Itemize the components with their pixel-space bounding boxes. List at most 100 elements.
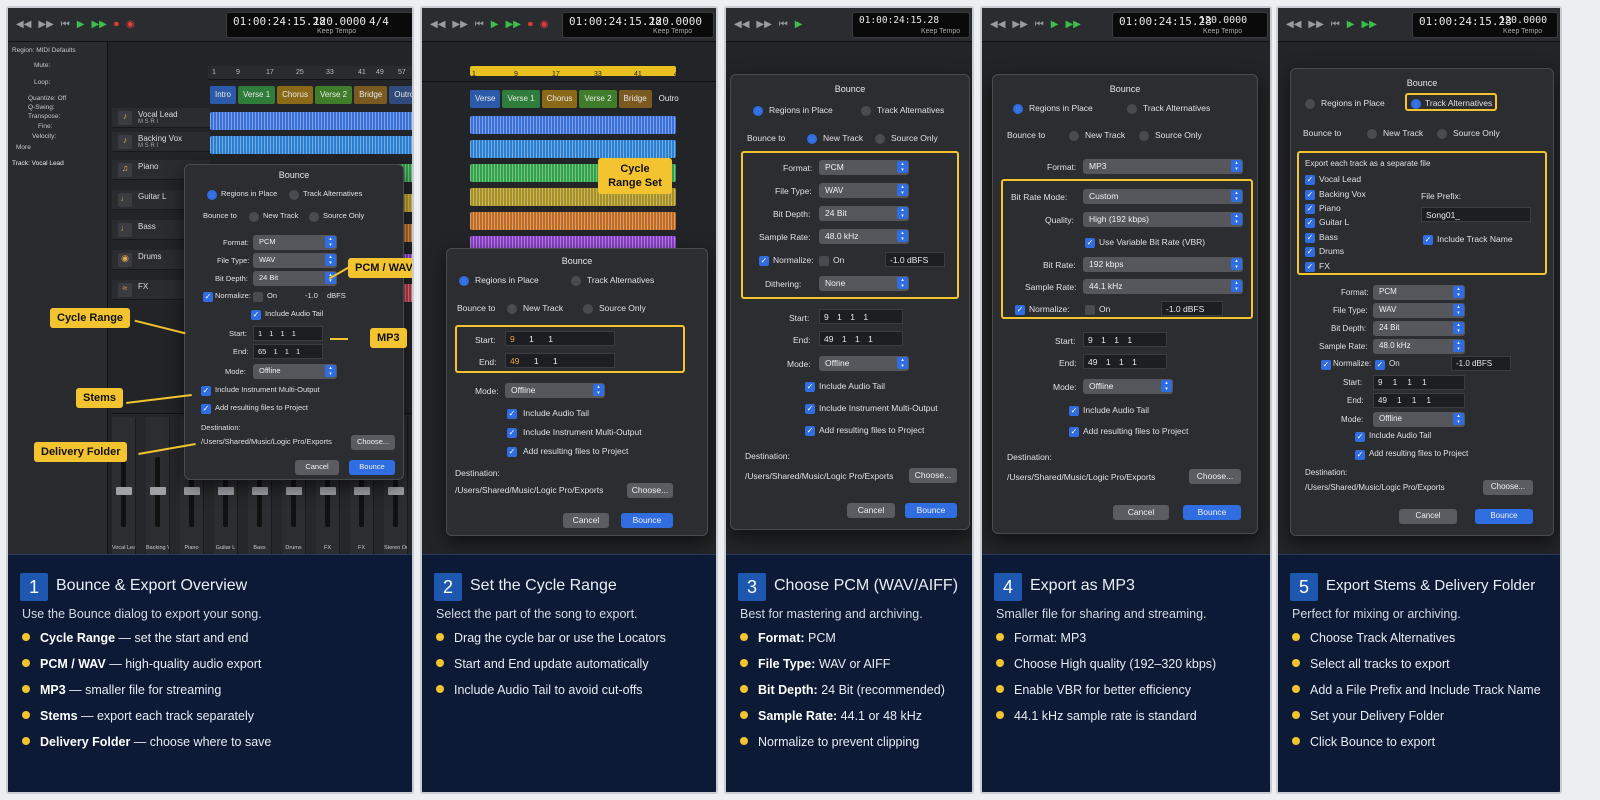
bit-depth-popup[interactable]: 24 Bit <box>819 206 909 221</box>
new-track-radio[interactable] <box>507 304 517 314</box>
normalize-db-field[interactable]: -1.0 dBFS <box>885 252 945 267</box>
end-field[interactable]: 49 1 1 1 <box>819 331 903 346</box>
choose-button[interactable]: Choose... <box>627 483 673 498</box>
quality-popup[interactable]: High (192 kbps) <box>1083 212 1243 227</box>
marker[interactable]: Intro <box>210 86 237 104</box>
mode-popup[interactable]: Offline <box>505 383 605 398</box>
end-field[interactable]: 49 1 1 1 <box>1373 393 1465 408</box>
start-field[interactable]: 1 1 1 1 <box>253 326 323 341</box>
normalize-db-value[interactable]: -1.0 <box>305 291 318 300</box>
add-files-checkbox[interactable]: ✓ <box>805 426 815 436</box>
sample-rate-popup[interactable]: 48.0 kHz <box>819 229 909 244</box>
bit-rate-popup[interactable]: 192 kbps <box>1083 257 1243 272</box>
choose-button[interactable]: Choose... <box>1189 469 1241 484</box>
regions-in-place-radio[interactable] <box>207 190 217 200</box>
file-type-popup[interactable]: WAV <box>253 253 337 268</box>
sample-rate-popup[interactable]: 44.1 kHz <box>1083 279 1243 294</box>
add-files-checkbox[interactable]: ✓ <box>507 447 517 457</box>
track-alternatives-radio[interactable] <box>1127 104 1137 114</box>
ruler[interactable]: 1 9 17 33 41 49 <box>422 68 716 82</box>
marker[interactable]: Bridge <box>354 86 388 104</box>
start-field[interactable]: 9 1 1 1 <box>819 309 903 324</box>
format-popup[interactable]: PCM <box>253 235 337 250</box>
track-header[interactable]: ♪ Backing Vox M S R I <box>112 132 210 152</box>
audio-tail-checkbox[interactable]: ✓ <box>1355 432 1365 442</box>
bitrate-mode-popup[interactable]: Custom <box>1083 189 1243 204</box>
bounce-button[interactable]: Bounce <box>349 460 395 475</box>
audio-region[interactable] <box>210 136 412 154</box>
normalize-checkbox[interactable]: ✓ <box>1321 360 1331 370</box>
source-only-radio[interactable] <box>875 134 885 144</box>
transport-buttons[interactable]: ◀◀ ▶▶ ⏮ ▶ ▶▶ ⏺ ◉ <box>16 19 135 30</box>
format-popup[interactable]: PCM <box>1373 285 1465 300</box>
file-type-popup[interactable]: WAV <box>819 183 909 198</box>
end-field[interactable]: 49 1 1 1 <box>1083 354 1167 369</box>
audio-tail-checkbox[interactable]: ✓ <box>805 382 815 392</box>
transport-buttons[interactable]: ◀◀ ▶▶ ⏮ ▶ ▶▶ <box>1286 19 1377 30</box>
transport-buttons[interactable]: ◀◀ ▶▶ ⏮ ▶ ▶▶ <box>990 19 1081 30</box>
vbr-checkbox[interactable]: ✓ <box>1085 238 1095 248</box>
audio-tail-checkbox[interactable]: ✓ <box>507 409 517 419</box>
normalize-checkbox[interactable]: ✓ <box>759 256 769 266</box>
add-files-checkbox[interactable]: ✓ <box>1069 427 1079 437</box>
normalize-db-field[interactable]: -1.0 dBFS <box>1451 356 1511 371</box>
inspector-quantize[interactable]: Quantize: Off <box>28 95 66 102</box>
ruler[interactable]: 1 9 17 25 33 41 49 57 <box>208 66 412 80</box>
stem-checkbox[interactable]: ✓ <box>1305 175 1315 185</box>
mode-popup[interactable]: Offline <box>1373 412 1465 427</box>
mode-popup[interactable]: Offline <box>1083 379 1173 394</box>
source-only-radio[interactable] <box>1437 129 1447 139</box>
include-track-name-checkbox[interactable]: ✓ <box>1423 235 1433 245</box>
marker[interactable]: Verse 1 <box>502 90 540 108</box>
stem-checkbox[interactable]: ✓ <box>1305 218 1315 228</box>
inspector-track[interactable]: Track: Vocal Lead <box>12 160 64 167</box>
marker[interactable]: Verse 1 <box>238 86 276 104</box>
start-field[interactable]: 9 1 1 1 <box>1083 332 1167 347</box>
regions-in-place-radio[interactable] <box>1013 104 1023 114</box>
regions-in-place-radio[interactable] <box>459 276 469 286</box>
bounce-button[interactable]: Bounce <box>1475 509 1533 524</box>
add-files-checkbox[interactable]: ✓ <box>201 404 211 414</box>
audio-region[interactable] <box>470 212 676 230</box>
channel-strip[interactable]: Backing Vox <box>146 417 170 554</box>
format-popup[interactable]: MP3 <box>1083 159 1243 174</box>
transport-buttons[interactable]: ◀◀ ▶▶ ⏮ ▶ <box>734 19 802 30</box>
choose-button[interactable]: Choose... <box>1483 480 1533 495</box>
stem-checkbox[interactable]: ✓ <box>1305 247 1315 257</box>
marker[interactable]: Verse 2 <box>579 90 617 108</box>
normalize-on-checkbox[interactable] <box>819 256 829 266</box>
normalize-on-checkbox[interactable]: ✓ <box>1375 360 1385 370</box>
arrangement-markers[interactable]: Verse Verse 1 Chorus Verse 2 Bridge Outr… <box>470 90 684 108</box>
start-field[interactable]: 9 1 1 <box>505 331 615 346</box>
new-track-radio[interactable] <box>1367 129 1377 139</box>
file-prefix-field[interactable]: Song01_ <box>1421 207 1531 222</box>
regions-in-place-radio[interactable] <box>1305 99 1315 109</box>
marker[interactable]: Outro <box>389 86 412 104</box>
sample-rate-popup[interactable]: 48.0 kHz <box>1373 339 1465 354</box>
cancel-button[interactable]: Cancel <box>847 503 895 518</box>
bounce-button[interactable]: Bounce <box>621 513 673 528</box>
source-only-radio[interactable] <box>309 212 319 222</box>
dithering-popup[interactable]: None <box>819 276 909 291</box>
track-alternatives-radio[interactable] <box>861 106 871 116</box>
new-track-radio[interactable] <box>249 212 259 222</box>
normalize-db-field[interactable]: -1.0 dBFS <box>1161 301 1223 316</box>
track-alternatives-radio[interactable] <box>289 190 299 200</box>
file-type-popup[interactable]: WAV <box>1373 303 1465 318</box>
normalize-on-checkbox[interactable] <box>1085 305 1095 315</box>
track-alternatives-radio[interactable] <box>571 276 581 286</box>
new-track-radio[interactable] <box>1069 131 1079 141</box>
choose-button[interactable]: Choose... <box>351 435 395 450</box>
marker[interactable]: Outro <box>653 90 684 108</box>
stem-checkbox[interactable]: ✓ <box>1305 262 1315 272</box>
stem-checkbox[interactable]: ✓ <box>1305 233 1315 243</box>
new-track-radio[interactable] <box>807 134 817 144</box>
end-field[interactable]: 65 1 1 1 <box>253 344 323 359</box>
cancel-button[interactable]: Cancel <box>295 460 339 475</box>
transport-buttons[interactable]: ◀◀ ▶▶ ⏮ ▶ ▶▶ ⏺ ◉ <box>430 19 549 30</box>
marker[interactable]: Chorus <box>277 86 313 104</box>
audio-region[interactable] <box>470 116 676 134</box>
stem-checkbox[interactable]: ✓ <box>1305 190 1315 200</box>
cancel-button[interactable]: Cancel <box>1113 505 1169 520</box>
inspector-more[interactable]: More <box>16 144 31 151</box>
